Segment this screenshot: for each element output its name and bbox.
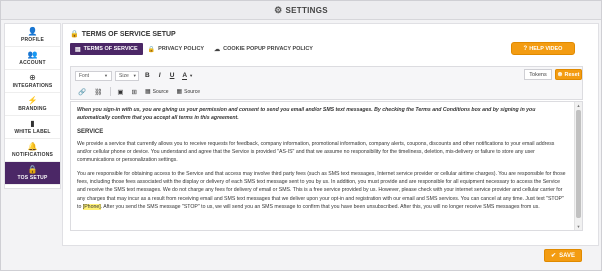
font-select[interactable]: Font ▼	[75, 70, 112, 81]
editor-scrollbar[interactable]: ▲ ▼	[574, 102, 582, 230]
toolbar-row-1: Font ▼ Size ▼ B I U A ▼	[75, 70, 198, 81]
save-button[interactable]: ✔ SAVE	[544, 249, 582, 262]
intro-paragraph: When you sign-in with us, you are giving…	[77, 107, 536, 122]
toolbar-divider	[110, 87, 112, 96]
scroll-down-icon[interactable]: ▼	[575, 223, 582, 230]
sidebar-item-label: INTEGRATIONS	[12, 83, 53, 89]
reset-button[interactable]: ⊗ Reset	[555, 69, 582, 80]
sidebar-item-label: PROFILE	[20, 37, 45, 43]
tab-terms-of-service[interactable]: ▤ TERMS OF SERVICE	[70, 43, 143, 55]
rich-text-editor[interactable]: When you sign-in with us, you are giving…	[70, 101, 583, 231]
sidebar-item-account[interactable]: 👥 ACCOUNT	[5, 47, 60, 70]
sidebar-item-label: WHITE LABEL	[14, 129, 51, 135]
table-button[interactable]: ⊞	[129, 87, 140, 97]
tab-privacy-policy[interactable]: 🔒 PRIVACY POLICY	[143, 43, 209, 55]
tab-cookie-popup-privacy-policy[interactable]: ☁ COOKIE POPUP PRIVACY POLICY	[209, 43, 318, 55]
lock-icon: 🔒	[27, 165, 38, 174]
fees-paragraph: You are responsible for obtaining access…	[77, 170, 567, 211]
section-heading: SERVICE	[77, 128, 104, 135]
sidebar-item-profile[interactable]: 👤 PROFILE	[5, 24, 60, 47]
reset-icon: ⊗	[557, 72, 563, 78]
lock-icon: 🔒	[70, 31, 79, 38]
help-video-label: HELP VIDEO	[529, 45, 563, 52]
service-paragraph: We provide a service that currently allo…	[77, 140, 555, 164]
window-title: SETTINGS	[285, 5, 328, 15]
link-icon: 🔗	[78, 88, 87, 96]
sidebar-item-label: ACCOUNT	[19, 60, 46, 66]
italic-button[interactable]: I	[155, 71, 165, 81]
image-button[interactable]: ▣	[114, 87, 126, 97]
unlink-icon: ⛓	[94, 88, 103, 96]
settings-window: ⚙ SETTINGS 👤 PROFILE 👥 ACCOUNT ⊕ INTEGRA…	[0, 0, 602, 271]
sidebar: 👤 PROFILE 👥 ACCOUNT ⊕ INTEGRATIONS ⚡ BRA…	[4, 23, 61, 189]
sidebar-item-label: NOTIFICATIONS	[11, 152, 54, 158]
size-select[interactable]: Size ▼	[115, 70, 139, 81]
reset-label: Reset	[564, 71, 580, 78]
scroll-up-icon[interactable]: ▲	[575, 102, 582, 109]
tokens-button[interactable]: Tokens	[524, 69, 552, 80]
tab-label: PRIVACY POLICY	[158, 46, 205, 52]
gear-icon: ⚙	[274, 4, 283, 15]
sidebar-item-label: TOS SETUP	[17, 175, 48, 181]
chevron-down-icon: ▼	[132, 73, 137, 78]
size-select-value: Size	[119, 72, 129, 79]
editor-content[interactable]: When you sign-in with us, you are giving…	[77, 106, 567, 216]
document-icon: ▤	[75, 46, 81, 53]
sidebar-item-integrations[interactable]: ⊕ INTEGRATIONS	[5, 70, 60, 93]
question-icon: ?	[523, 45, 528, 52]
page-title-text: TERMS OF SERVICE SETUP	[81, 30, 176, 38]
branding-icon: ⚡	[27, 96, 38, 105]
sidebar-item-notifications[interactable]: 🔔 NOTIFICATIONS	[5, 139, 60, 162]
white-label-icon: ▮	[30, 119, 35, 128]
scrollbar-thumb[interactable]	[576, 110, 581, 218]
source-label: Source	[152, 88, 169, 95]
fees-text-after: . After you send the SMS message "STOP" …	[100, 203, 540, 210]
page-title: 🔒 TERMS OF SERVICE SETUP	[70, 30, 176, 39]
tab-label: COOKIE POPUP PRIVACY POLICY	[223, 46, 313, 52]
cookie-icon: ☁	[214, 46, 221, 53]
source-button-2[interactable]: ▦ Source	[173, 87, 203, 97]
underline-button[interactable]: U	[167, 71, 178, 81]
source-label: Source	[184, 88, 200, 95]
unlink-button[interactable]: ⛓	[91, 87, 105, 97]
editor-toolbar: Font ▼ Size ▼ B I U A ▼ 🔗 ⛓ ▣ ⊞ ▦ Source…	[70, 66, 583, 100]
table-icon: ⊞	[131, 88, 137, 96]
bell-icon: 🔔	[27, 142, 38, 151]
link-button[interactable]: 🔗	[75, 87, 89, 97]
sidebar-item-tos-setup[interactable]: 🔒 TOS SETUP	[5, 162, 60, 185]
sidebar-item-label: BRANDING	[18, 106, 47, 112]
font-select-value: Font	[79, 72, 90, 79]
tabs: ▤ TERMS OF SERVICE 🔒 PRIVACY POLICY ☁ CO…	[70, 43, 318, 55]
font-color-label: A	[182, 71, 188, 80]
source-icon: ▦	[144, 89, 151, 95]
image-icon: ▣	[117, 88, 124, 96]
sidebar-item-branding[interactable]: ⚡ BRANDING	[5, 93, 60, 116]
chevron-down-icon: ▼	[104, 73, 108, 78]
main-panel: 🔒 TERMS OF SERVICE SETUP ▤ TERMS OF SERV…	[62, 23, 599, 246]
lock-icon: 🔒	[147, 46, 156, 53]
source-button-1[interactable]: ▦ Source	[142, 87, 172, 97]
window-titlebar: ⚙ SETTINGS	[1, 1, 601, 20]
help-video-button[interactable]: ? HELP VIDEO	[511, 42, 575, 55]
tab-label: TERMS OF SERVICE	[83, 46, 138, 52]
check-icon: ✔	[551, 253, 557, 259]
toolbar-row-2: 🔗 ⛓ ▣ ⊞ ▦ Source ▦ Source	[75, 86, 205, 97]
chevron-down-icon: ▼	[189, 73, 194, 78]
phone-token: [Phone]	[82, 203, 101, 210]
sidebar-item-white-label[interactable]: ▮ WHITE LABEL	[5, 116, 60, 139]
user-plus-icon: 👥	[27, 50, 38, 59]
user-icon: 👤	[27, 27, 38, 36]
save-label: SAVE	[559, 252, 575, 259]
source-icon: ▦	[176, 89, 183, 95]
font-color-button[interactable]: A ▼	[179, 71, 196, 81]
bold-button[interactable]: B	[142, 71, 153, 81]
integrations-icon: ⊕	[29, 73, 36, 82]
